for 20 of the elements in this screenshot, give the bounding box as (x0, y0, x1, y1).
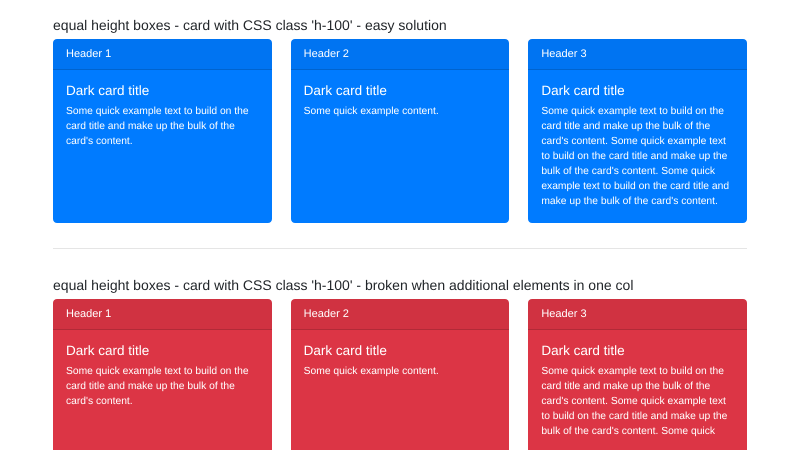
card-text: Some quick example text to build on the card title and make up the bulk of the card's content. Some quick example text to build on the card title and make up the bulk of the card's content. Some quick example text to build on the card title and make up the bulk of the card's content. (541, 105, 730, 209)
card-header: Header 2 (290, 39, 510, 70)
card-title: Dark card title (541, 82, 626, 100)
card-text: Some quick example content. (304, 105, 440, 119)
card-header: Header 3 (528, 299, 747, 330)
card-header: Header 2 (290, 299, 510, 330)
section-heading: equal height boxes - card with CSS class 'h-100' - easy solution (53, 16, 448, 35)
card-header: Header 1 (53, 39, 272, 70)
card-text: Some quick example text to build on the card title and make up the bulk of the card's content. (66, 105, 250, 149)
card-title: Dark card title (304, 342, 388, 360)
card-title: Dark card title (66, 342, 150, 360)
card-title: Dark card title (304, 82, 388, 100)
card-title: Dark card title (541, 342, 626, 360)
card-header: Header 1 (53, 299, 272, 330)
card-header: Header 3 (528, 39, 747, 70)
card-title: Dark card title (66, 82, 150, 100)
section-heading: equal height boxes - card with CSS class 'h-100' - broken when additional elements in one col (53, 276, 634, 295)
card-text: Some quick example text to build on the card title and make up the bulk of the card's content. (66, 365, 250, 409)
card-text: Some quick example content. (304, 365, 440, 379)
card-text: Some quick example text to build on the card title and make up the bulk of the card's content. Some quick example text to build on the card title and make up the bulk of the card's content. Some quick (541, 365, 728, 439)
